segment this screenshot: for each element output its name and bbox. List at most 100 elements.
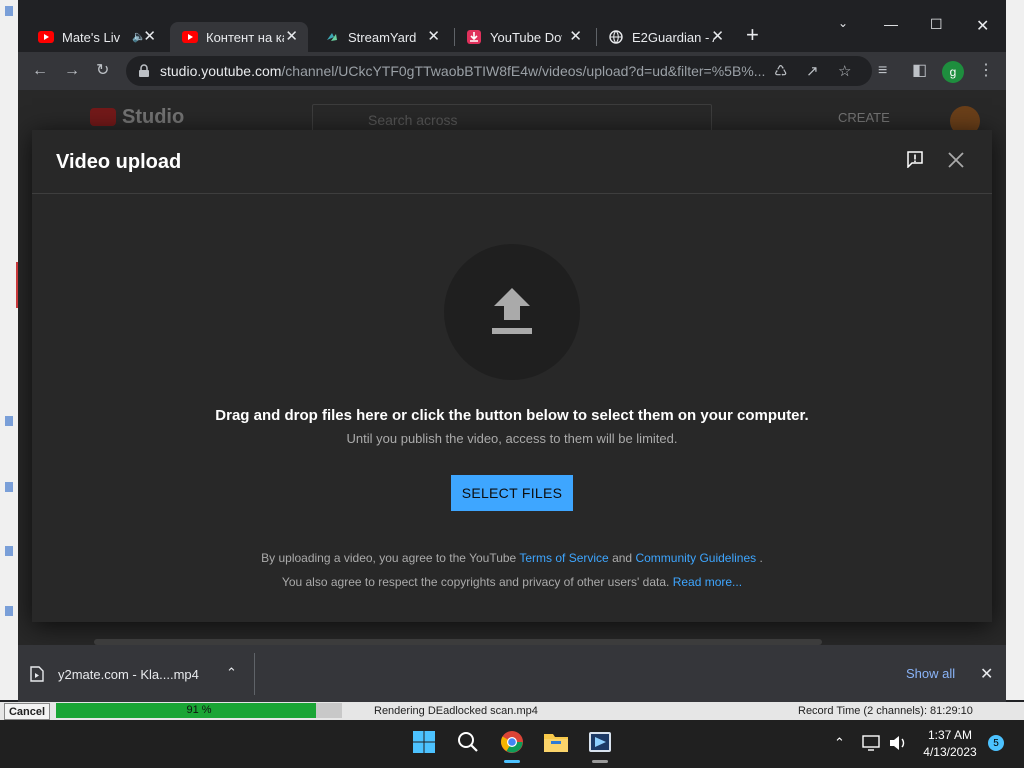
select-files-button[interactable]: SELECT FILES bbox=[451, 475, 573, 511]
reload-icon[interactable]: ↻ bbox=[96, 61, 109, 81]
rights-notice: You also agree to respect the copyrights… bbox=[32, 575, 992, 589]
upload-arrow-icon bbox=[492, 288, 532, 334]
file-icon bbox=[30, 666, 44, 682]
access-limit-note: Until you publish the video, access to t… bbox=[346, 431, 678, 446]
close-tab-icon[interactable]: ✕ bbox=[569, 29, 582, 45]
taskbar-search-button[interactable] bbox=[454, 728, 482, 756]
tab-studio-content[interactable]: Контент на ка ✕ bbox=[170, 22, 308, 52]
tab-e2guardian[interactable]: E2Guardian - A ✕ bbox=[596, 22, 734, 52]
tab-search-chevron-icon[interactable]: ⌄ bbox=[838, 16, 848, 30]
record-time-text: Record Time (2 channels): 81:29:10 bbox=[798, 705, 973, 717]
close-shelf-icon[interactable]: ✕ bbox=[980, 664, 993, 684]
close-tab-icon[interactable]: ✕ bbox=[285, 29, 298, 45]
terms-end: . bbox=[759, 551, 763, 565]
taskbar-vegas-button[interactable] bbox=[586, 728, 614, 756]
globe-icon bbox=[608, 29, 624, 45]
folder-icon bbox=[544, 734, 568, 752]
notification-badge[interactable]: 5 bbox=[988, 735, 1004, 751]
more-menu-icon[interactable]: ⋮ bbox=[978, 61, 994, 81]
network-icon[interactable] bbox=[862, 734, 882, 752]
download-shelf: y2mate.com - Kla....mp4 ⌃ Show all ✕ bbox=[18, 645, 1006, 702]
minimize-icon[interactable]: — bbox=[884, 16, 898, 32]
youtube-logo-icon bbox=[90, 108, 116, 126]
tab-title: E2Guardian - A bbox=[632, 29, 714, 45]
send-feedback-icon[interactable] bbox=[906, 150, 924, 168]
background-app-icon bbox=[5, 606, 13, 616]
close-tab-icon[interactable]: ✕ bbox=[427, 29, 440, 45]
terms-of-service-link[interactable]: Terms of Service bbox=[519, 551, 608, 565]
translate-icon[interactable]: ♺ bbox=[774, 62, 787, 80]
render-progress-bar: 91 % bbox=[56, 703, 342, 718]
terms-notice: By uploading a video, you agree to the Y… bbox=[32, 551, 992, 565]
background-app-icon bbox=[5, 416, 13, 426]
volume-icon[interactable] bbox=[888, 734, 908, 752]
windows-logo-icon bbox=[413, 731, 435, 753]
back-arrow-icon[interactable]: ← bbox=[32, 61, 48, 81]
background-app-icon bbox=[5, 546, 13, 556]
media-playlist-icon[interactable]: ≡ bbox=[878, 61, 887, 81]
taskbar-chrome-button[interactable] bbox=[498, 728, 526, 756]
render-status-bar: Cancel 91 % Rendering DEadlocked scan.mp… bbox=[0, 702, 1024, 720]
clock-date[interactable]: 4/13/2023 bbox=[910, 745, 990, 759]
rights-text: You also agree to respect the copyrights… bbox=[281, 575, 670, 589]
tab-streamyard[interactable]: StreamYard ✕ bbox=[312, 22, 450, 52]
running-app-indicator bbox=[592, 760, 608, 763]
forward-arrow-icon[interactable]: → bbox=[64, 61, 80, 81]
side-panel-icon[interactable]: ◧ bbox=[912, 61, 927, 81]
tab-title: Mate's Live bbox=[62, 29, 120, 45]
streamyard-icon bbox=[324, 29, 340, 45]
tab-title: YouTube Dow bbox=[490, 29, 562, 45]
tab-title: Контент на ка bbox=[206, 29, 284, 45]
start-button[interactable] bbox=[410, 728, 438, 756]
windows-taskbar: ⌃ 1:37 AM 4/13/2023 5 bbox=[0, 720, 1024, 768]
studio-logo-text: Studio bbox=[122, 106, 185, 128]
address-bar[interactable]: studio.youtube.com/channel/UCkcYTF0gTTwa… bbox=[126, 56, 872, 86]
background-app-strip-left bbox=[0, 0, 18, 700]
upload-drop-zone[interactable] bbox=[444, 244, 580, 380]
read-more-link[interactable]: Read more... bbox=[673, 575, 742, 589]
tab-strip: Mate's Live 🔈 ✕ Контент на ка ✕ StreamYa… bbox=[18, 8, 1006, 52]
browser-toolbar: ← → ↻ studio.youtube.com/channel/UCkcYTF… bbox=[18, 52, 1006, 90]
close-tab-icon[interactable]: ✕ bbox=[711, 29, 724, 45]
download-icon bbox=[466, 29, 482, 45]
chrome-icon bbox=[501, 731, 523, 753]
search-icon bbox=[458, 732, 478, 752]
youtube-icon bbox=[182, 29, 198, 45]
create-button[interactable]: CREATE bbox=[838, 110, 890, 125]
maximize-icon[interactable]: ☐ bbox=[930, 16, 943, 33]
show-all-downloads-link[interactable]: Show all bbox=[906, 666, 955, 681]
cancel-render-button[interactable]: Cancel bbox=[4, 703, 50, 720]
bookmark-star-icon[interactable]: ☆ bbox=[838, 62, 851, 80]
tab-youtube-downloader[interactable]: YouTube Dow ✕ bbox=[454, 22, 592, 52]
community-guidelines-link[interactable]: Community Guidelines bbox=[635, 551, 756, 565]
url-path: /channel/UCkcYTF0gTTwaobBTIW8fE4w/videos… bbox=[281, 63, 766, 79]
tab-title: StreamYard bbox=[348, 29, 417, 45]
terms-and: and bbox=[612, 551, 633, 565]
close-window-icon[interactable]: ✕ bbox=[976, 16, 989, 36]
url-host: studio.youtube.com bbox=[160, 63, 282, 79]
share-icon[interactable]: ↗ bbox=[806, 62, 819, 80]
download-item[interactable]: y2mate.com - Kla....mp4 ⌃ bbox=[30, 659, 252, 689]
page-content: Studio Search across CREATE Video upload bbox=[18, 90, 1006, 645]
clock-time[interactable]: 1:37 AM bbox=[910, 728, 990, 742]
drag-drop-instructions: Drag and drop files here or click the bu… bbox=[215, 407, 809, 424]
show-hidden-icons-chevron-icon[interactable]: ⌃ bbox=[834, 735, 845, 751]
profile-avatar[interactable]: g bbox=[942, 61, 964, 83]
url-text[interactable]: studio.youtube.com/channel/UCkcYTF0gTTwa… bbox=[160, 63, 770, 79]
studio-search-placeholder: Search across bbox=[368, 112, 458, 128]
dialog-header: Video upload bbox=[32, 130, 992, 194]
youtube-icon bbox=[38, 29, 54, 45]
shelf-divider bbox=[254, 653, 255, 695]
close-dialog-icon[interactable] bbox=[946, 150, 966, 170]
render-progress-label: 91 % bbox=[186, 704, 212, 716]
new-tab-button[interactable]: + bbox=[746, 24, 759, 46]
lock-icon[interactable] bbox=[138, 64, 150, 78]
video-editor-icon bbox=[589, 732, 611, 752]
background-app-icon bbox=[5, 6, 13, 16]
terms-prefix: By uploading a video, you agree to the Y… bbox=[261, 551, 517, 565]
taskbar-file-explorer-button[interactable] bbox=[542, 728, 570, 756]
chevron-up-icon[interactable]: ⌃ bbox=[226, 665, 237, 681]
close-tab-icon[interactable]: ✕ bbox=[143, 29, 156, 45]
tab-mates-live[interactable]: Mate's Live 🔈 ✕ bbox=[26, 22, 166, 52]
background-app-icon bbox=[5, 482, 13, 492]
